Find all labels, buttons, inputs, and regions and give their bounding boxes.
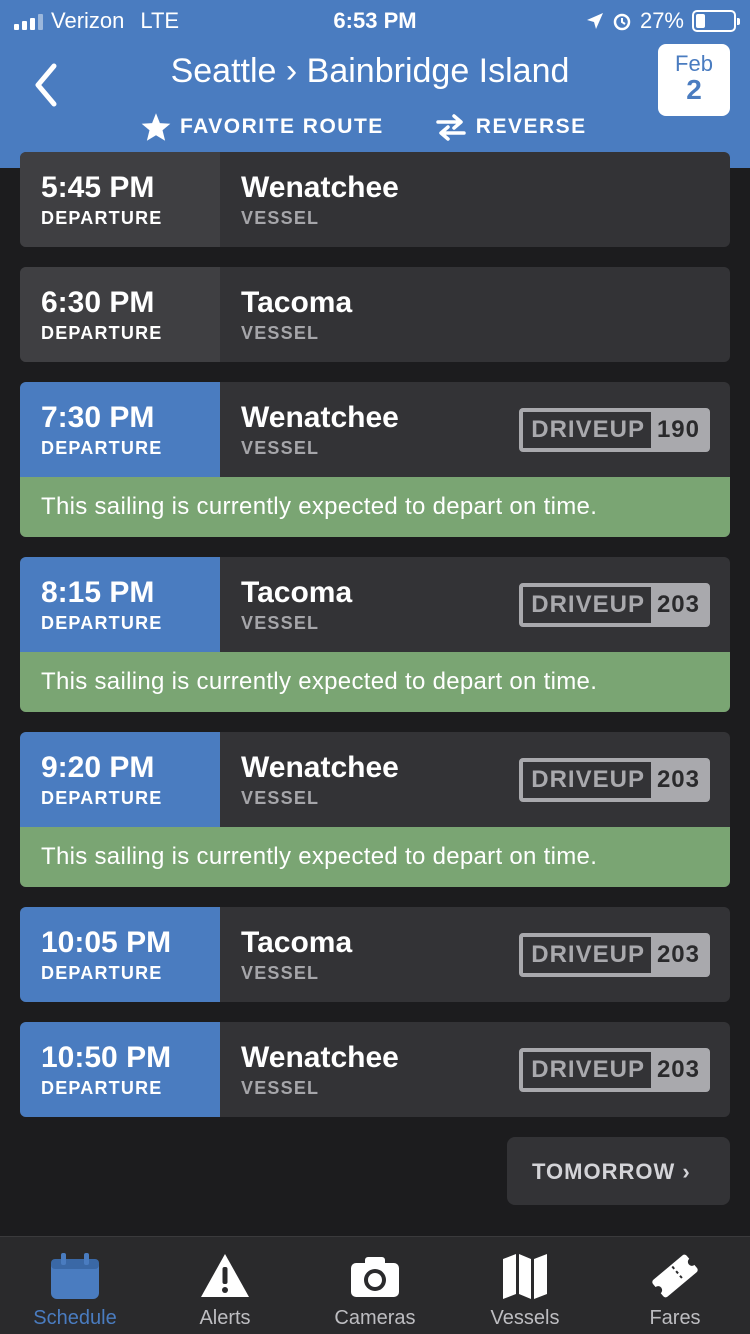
tab-label: Fares — [649, 1307, 701, 1329]
vessel-cell: Wenatchee VESSEL — [220, 152, 730, 247]
date-picker-button[interactable]: Feb 2 — [658, 44, 730, 116]
status-bar: Verizon LTE 6:53 PM 27% — [0, 0, 750, 40]
driveup-label: DRIVEUP — [523, 1052, 651, 1088]
star-icon — [141, 113, 171, 141]
departure-time: 10:50 PM — [41, 1041, 172, 1074]
departure-label: DEPARTURE — [41, 323, 163, 343]
vessel-label: VESSEL — [241, 323, 320, 343]
driveup-count: 203 — [650, 762, 706, 798]
map-icon — [503, 1254, 547, 1299]
sailing-status-message: This sailing is currently expected to de… — [20, 652, 730, 712]
date-month: Feb — [675, 51, 713, 76]
favorite-route-button[interactable]: FAVORITE ROUTE — [140, 112, 384, 142]
sailing-card[interactable]: 8:15 PM DEPARTURE Tacoma VESSEL DRIVEUP … — [20, 557, 730, 712]
driveup-label: DRIVEUP — [523, 762, 651, 798]
driveup-badge: DRIVEUP 203 — [519, 1048, 710, 1092]
vessel-cell: Tacoma VESSEL — [220, 267, 730, 362]
departure-time-cell: 5:45 PM DEPARTURE — [20, 152, 220, 247]
date-day: 2 — [686, 74, 702, 105]
tab-cameras[interactable]: Cameras — [300, 1237, 450, 1334]
tab-label: Cameras — [334, 1307, 416, 1329]
driveup-count: 203 — [650, 587, 706, 623]
reverse-label: REVERSE — [475, 115, 587, 138]
driveup-count: 190 — [650, 412, 706, 448]
sailing-card[interactable]: 9:20 PM DEPARTURE Wenatchee VESSEL DRIVE… — [20, 732, 730, 887]
departure-time: 10:05 PM — [41, 926, 172, 959]
departure-time-cell: 9:20 PM DEPARTURE — [20, 732, 220, 827]
vessel-label: VESSEL — [241, 208, 320, 228]
battery-icon — [692, 10, 740, 32]
alarm-icon — [613, 13, 631, 31]
departure-time: 9:20 PM — [41, 751, 155, 784]
tab-fares[interactable]: Fares — [600, 1237, 750, 1334]
driveup-badge: DRIVEUP 190 — [519, 408, 710, 452]
tab-label: Alerts — [199, 1307, 251, 1329]
tab-schedule[interactable]: Schedule — [0, 1237, 150, 1334]
tomorrow-button[interactable]: TOMORROW › — [507, 1137, 730, 1205]
sailing-card[interactable]: 10:05 PM DEPARTURE Tacoma VESSEL DRIVEUP… — [20, 907, 730, 1002]
departure-time-cell: 6:30 PM DEPARTURE — [20, 267, 220, 362]
sailing-card[interactable]: 5:45 PM DEPARTURE Wenatchee VESSEL — [20, 152, 730, 247]
departure-label: DEPARTURE — [41, 788, 163, 808]
driveup-badge: DRIVEUP 203 — [519, 933, 710, 977]
departure-time-cell: 7:30 PM DEPARTURE — [20, 382, 220, 477]
driveup-count: 203 — [650, 937, 706, 973]
sailing-card[interactable]: 6:30 PM DEPARTURE Tacoma VESSEL — [20, 267, 730, 362]
departure-label: DEPARTURE — [41, 963, 163, 983]
calendar-icon — [51, 1253, 99, 1299]
departure-time: 6:30 PM — [41, 286, 155, 319]
driveup-label: DRIVEUP — [523, 412, 651, 448]
tab-alerts[interactable]: Alerts — [150, 1237, 300, 1334]
tab-bar: Schedule Alerts Cameras Vessels Fares — [0, 1236, 750, 1334]
departure-time: 8:15 PM — [41, 576, 155, 609]
driveup-count: 203 — [650, 1052, 706, 1088]
departure-label: DEPARTURE — [41, 438, 163, 458]
departure-label: DEPARTURE — [41, 208, 163, 228]
vessel-name: Tacoma — [241, 286, 353, 319]
warning-icon — [201, 1254, 249, 1297]
departure-time-cell: 10:05 PM DEPARTURE — [20, 907, 220, 1002]
sailing-card[interactable]: 7:30 PM DEPARTURE Wenatchee VESSEL DRIVE… — [20, 382, 730, 537]
route-title: Seattle › Bainbridge Island — [170, 52, 570, 90]
camera-icon — [351, 1257, 399, 1297]
sailing-card[interactable]: 10:50 PM DEPARTURE Wenatchee VESSEL DRIV… — [20, 1022, 730, 1117]
location-icon — [586, 13, 603, 29]
app-header: Verizon LTE 6:53 PM 27% Seattle › Bainbr… — [0, 0, 750, 168]
tab-label: Schedule — [33, 1307, 117, 1329]
departure-time: 7:30 PM — [41, 401, 155, 434]
departure-label: DEPARTURE — [41, 1078, 163, 1098]
back-chevron-icon[interactable] — [28, 60, 68, 110]
driveup-label: DRIVEUP — [523, 937, 651, 973]
ticket-icon — [652, 1254, 698, 1298]
driveup-label: DRIVEUP — [523, 587, 651, 623]
departure-time: 5:45 PM — [41, 171, 155, 204]
favorite-route-label: FAVORITE ROUTE — [180, 115, 384, 138]
departure-time-cell: 10:50 PM DEPARTURE — [20, 1022, 220, 1117]
sailing-status-message: This sailing is currently expected to de… — [20, 477, 730, 537]
driveup-badge: DRIVEUP 203 — [519, 583, 710, 627]
battery-percent: 27% — [639, 8, 684, 33]
tab-label: Vessels — [490, 1307, 560, 1329]
sailing-status-message: This sailing is currently expected to de… — [20, 827, 730, 887]
tab-vessels[interactable]: Vessels — [450, 1237, 600, 1334]
departure-label: DEPARTURE — [41, 613, 163, 633]
reverse-button[interactable]: REVERSE — [434, 112, 587, 142]
departure-time-cell: 8:15 PM DEPARTURE — [20, 557, 220, 652]
driveup-badge: DRIVEUP 203 — [519, 758, 710, 802]
vessel-name: Wenatchee — [241, 171, 399, 204]
swap-arrows-icon — [436, 114, 466, 141]
